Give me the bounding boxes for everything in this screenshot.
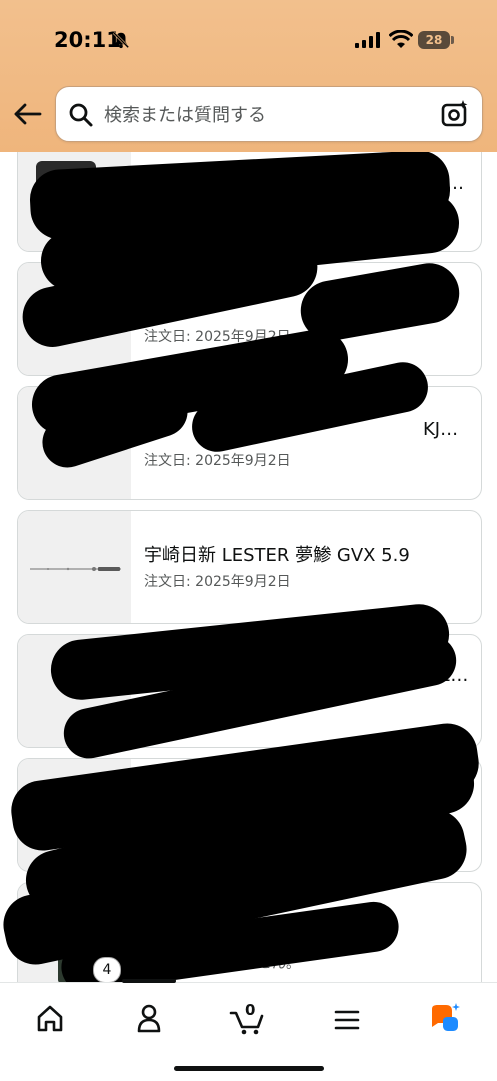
item-count-badge: 4 [93,957,121,983]
order-title: 宇崎日新 LESTER 夢鯵 GVX 5.9 [144,545,410,566]
order-date: 注文日: 2025年9月2日 [144,574,291,590]
menu-icon [334,1010,360,1030]
search-input[interactable] [102,97,426,133]
nav-menu[interactable] [317,995,377,1045]
home-indicator [174,1066,324,1071]
home-icon [37,1005,63,1032]
order-list: ザ… 注文日: 2025年9月2日 KJ… 注文日: 2025年9月2日 宇崎日… [0,152,497,982]
status-bar: 20:11 28 [0,0,497,80]
fishing-rod-image [30,567,121,571]
active-tab-indicator [122,979,176,983]
nav-cart[interactable]: 0 [218,995,278,1045]
app-header: 20:11 28 [0,0,497,152]
back-arrow-icon[interactable] [12,100,44,128]
account-icon [137,1004,161,1033]
status-time: 20:11 [54,28,121,52]
search-bar[interactable] [55,86,483,142]
camera-search-icon[interactable] [441,100,469,128]
cellular-signal-icon [355,32,380,48]
bell-off-icon [112,31,130,49]
order-date: 注文日: 2025年9月2日 [144,453,291,469]
order-thumbnail [18,511,131,623]
nav-rufus[interactable] [416,995,476,1045]
nav-account[interactable] [119,995,179,1045]
wifi-icon [389,30,413,48]
battery-tip [451,36,454,44]
nav-home[interactable] [20,995,80,1045]
battery-indicator: 28 [418,31,450,49]
rufus-icon [432,1003,460,1031]
order-title: KJ… [423,419,459,440]
search-icon [69,103,93,127]
cart-count: 0 [245,1001,256,1019]
